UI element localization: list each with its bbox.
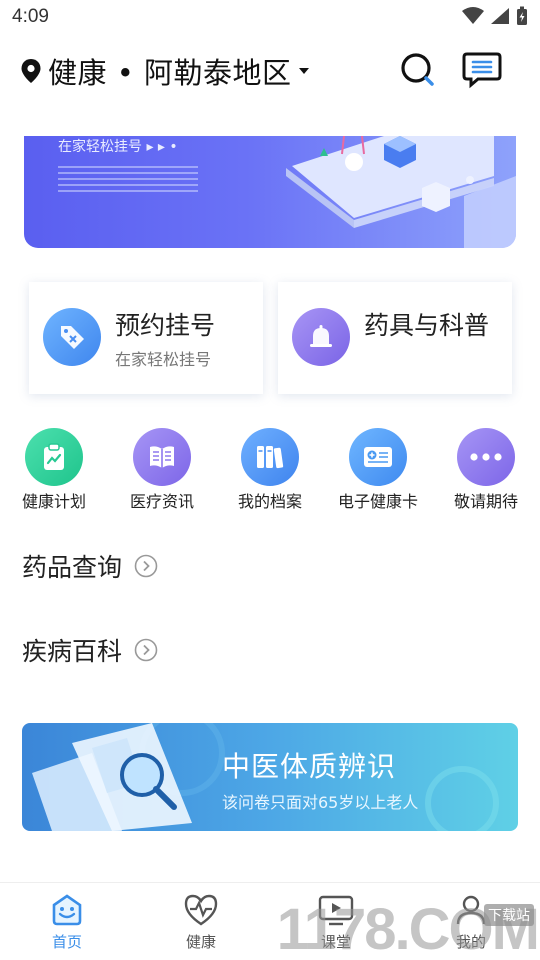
more-icon (457, 428, 515, 486)
signal-icon (491, 8, 509, 24)
card-title: 预约挂号 (115, 311, 216, 340)
location-pin-icon (21, 59, 41, 83)
section-drug-query[interactable]: 药品查询 (22, 548, 158, 584)
health-card-icon (349, 428, 407, 486)
card-appointment[interactable]: 预约挂号 在家轻松挂号 (29, 282, 263, 394)
site-watermark-tag: 下载站 (484, 904, 534, 926)
smile-home-icon (52, 894, 82, 926)
status-time: 4:09 (12, 6, 49, 27)
quick-link-coming-soon[interactable]: 敬请期待 (436, 428, 536, 512)
quick-link-health-plan[interactable]: 健康计划 (4, 428, 104, 512)
quick-link-label: 健康计划 (21, 492, 86, 511)
message-icon (462, 52, 502, 89)
chevron-right-circle-icon (134, 638, 158, 662)
chevron-right-circle-icon (134, 554, 158, 578)
quick-link-medical-news[interactable]: 医疗资讯 (112, 428, 212, 512)
nav-label: 健康 (185, 933, 216, 951)
clipboard-chart-icon (25, 428, 83, 486)
nav-health[interactable]: 健康 (151, 893, 251, 952)
quick-link-my-records[interactable]: 我的档案 (220, 428, 320, 512)
promo-banner[interactable]: 在家轻松挂号 ▸ ▸ • (24, 136, 516, 248)
battery-icon (517, 6, 527, 25)
nav-home[interactable]: 首页 (17, 893, 117, 952)
tcm-constitution-banner[interactable]: 中医体质辨识 该问卷只面对65岁以上老人 (22, 723, 518, 831)
status-bar: 4:09 (0, 0, 540, 36)
quick-link-label: 敬请期待 (453, 492, 518, 511)
tag-icon (43, 308, 101, 366)
quick-link-health-card[interactable]: 电子健康卡 (328, 428, 428, 512)
location-selector[interactable]: 健康 • 阿勒泰地区 (20, 50, 310, 92)
section-disease-encyclopedia[interactable]: 疾病百科 (22, 632, 158, 668)
section-title: 疾病百科 (22, 637, 123, 666)
search-button[interactable] (398, 50, 438, 90)
promo-title: 中医体质辨识 (222, 750, 397, 783)
messages-button[interactable] (462, 50, 502, 90)
heartbeat-icon (184, 894, 218, 926)
card-subtitle: 在家轻松挂号 (115, 350, 212, 369)
book-icon (133, 428, 191, 486)
quick-link-label: 我的档案 (237, 492, 302, 511)
promo-subtitle: 该问卷只面对65岁以上老人 (222, 793, 419, 812)
card-title: 药具与科普 (364, 311, 490, 340)
status-icons (462, 6, 528, 26)
top-bar: 健康 • 阿勒泰地区 (0, 40, 540, 100)
card-medicine-science[interactable]: 药具与科普 (278, 282, 512, 394)
quick-link-label: 医疗资讯 (129, 492, 194, 511)
quick-link-label: 电子健康卡 (337, 492, 418, 511)
nav-label: 首页 (51, 933, 82, 951)
caret-down-icon (298, 68, 309, 74)
wifi-icon (462, 7, 484, 24)
location-label: 健康 • 阿勒泰地区 (48, 56, 292, 90)
search-icon (401, 53, 434, 86)
bell-icon (292, 308, 350, 366)
banner-illustration (58, 136, 516, 248)
section-title: 药品查询 (22, 553, 123, 582)
folders-icon (241, 428, 299, 486)
